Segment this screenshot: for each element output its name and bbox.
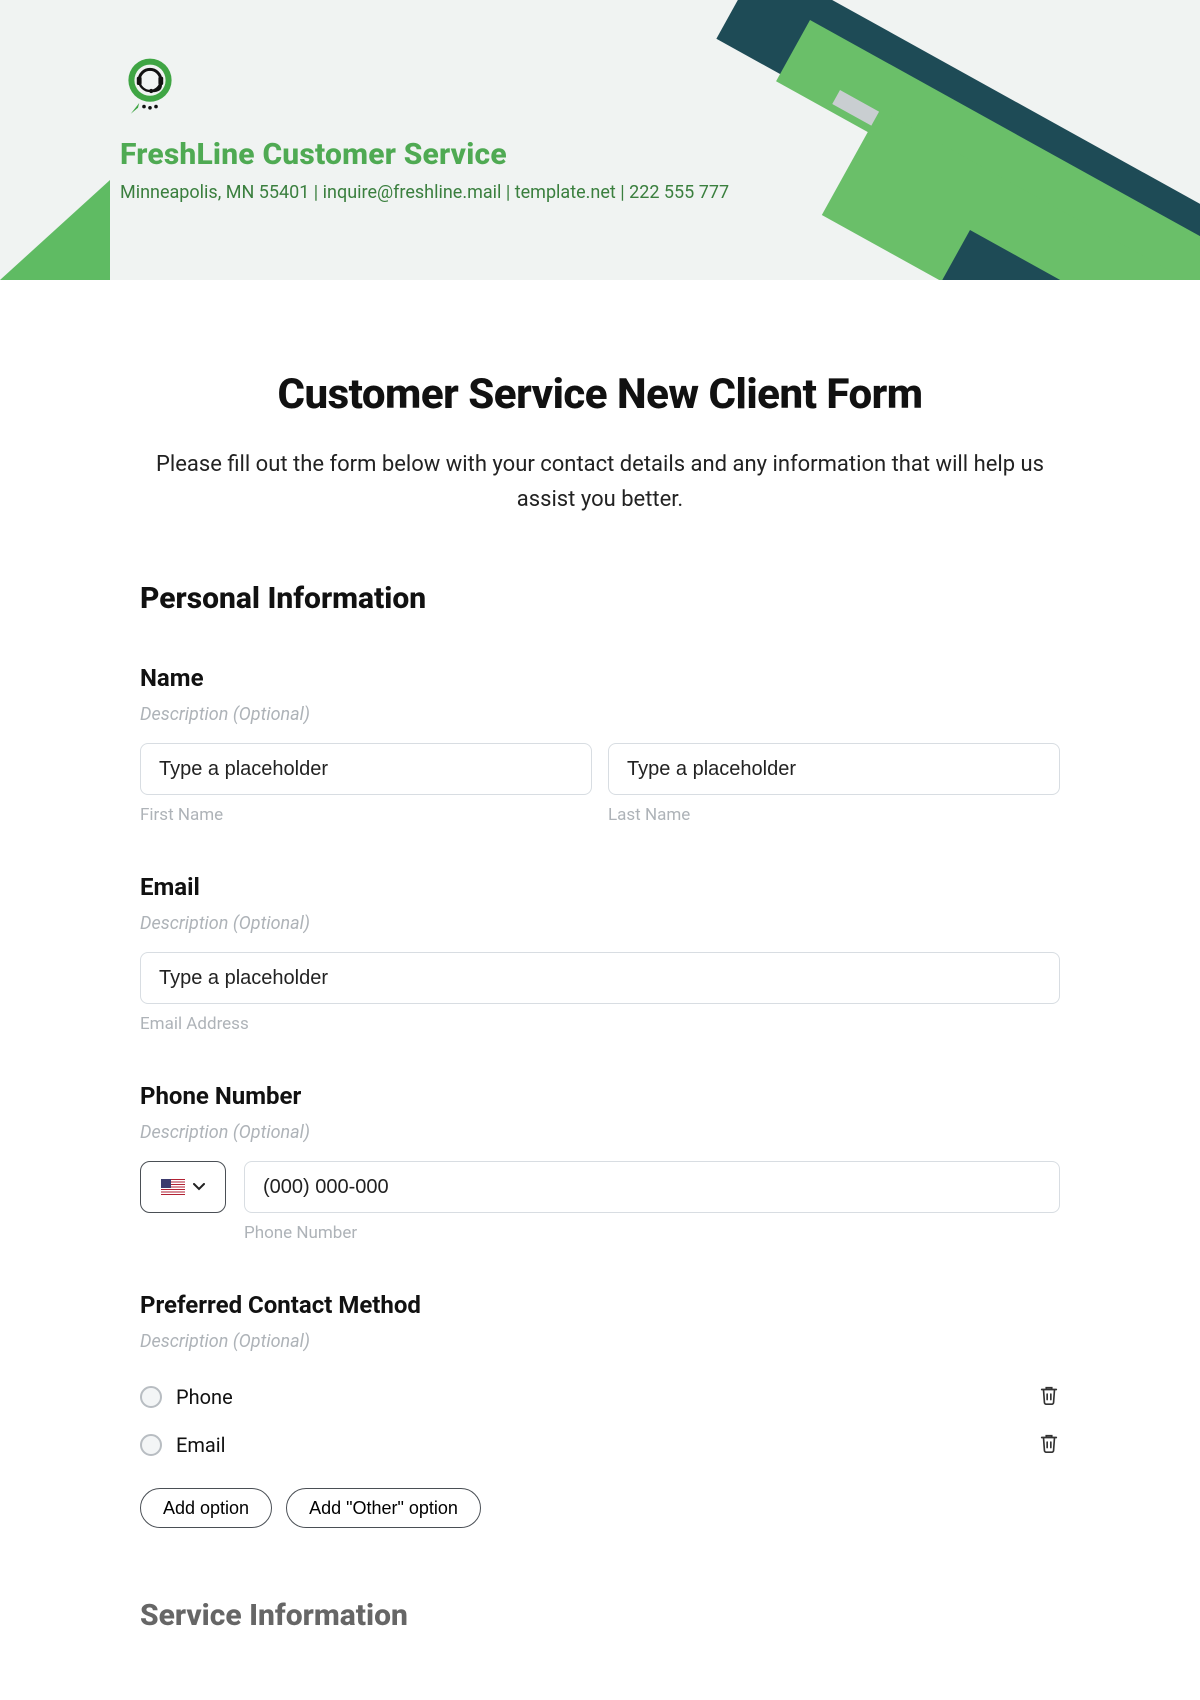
- form-title: Customer Service New Client Form: [140, 370, 1060, 419]
- section-service-title: Service Information: [140, 1598, 1060, 1633]
- org-contact-line: Minneapolis, MN 55401 | inquire@freshlin…: [120, 182, 1200, 203]
- add-other-option-button[interactable]: Add "Other" option: [286, 1488, 481, 1528]
- phone-desc[interactable]: Description (Optional): [140, 1122, 1060, 1143]
- header-banner: FreshLine Customer Service Minneapolis, …: [0, 0, 1200, 280]
- contact-method-label: Preferred Contact Method: [140, 1291, 1060, 1319]
- field-contact-method: Preferred Contact Method Description (Op…: [140, 1291, 1060, 1528]
- radio-icon[interactable]: [140, 1434, 162, 1456]
- first-name-sublabel: First Name: [140, 805, 592, 825]
- name-label: Name: [140, 664, 1060, 692]
- flag-us-icon: [161, 1179, 185, 1195]
- contact-method-desc[interactable]: Description (Optional): [140, 1331, 1060, 1352]
- phone-input[interactable]: [244, 1161, 1060, 1213]
- email-input[interactable]: [140, 952, 1060, 1004]
- field-phone: Phone Number Description (Optional) Phon…: [140, 1082, 1060, 1243]
- trash-icon: [1038, 1432, 1060, 1454]
- email-label: Email: [140, 873, 1060, 901]
- add-option-button[interactable]: Add option: [140, 1488, 272, 1528]
- name-desc[interactable]: Description (Optional): [140, 704, 1060, 725]
- delete-option-button[interactable]: [1038, 1432, 1060, 1458]
- first-name-input[interactable]: [140, 743, 592, 795]
- phone-sublabel: Phone Number: [244, 1223, 1060, 1243]
- last-name-sublabel: Last Name: [608, 805, 1060, 825]
- delete-option-button[interactable]: [1038, 1384, 1060, 1410]
- radio-icon[interactable]: [140, 1386, 162, 1408]
- last-name-input[interactable]: [608, 743, 1060, 795]
- phone-label: Phone Number: [140, 1082, 1060, 1110]
- field-name: Name Description (Optional) First Name L…: [140, 664, 1060, 825]
- form-description: Please fill out the form below with your…: [140, 447, 1060, 517]
- trash-icon: [1038, 1384, 1060, 1406]
- country-select[interactable]: [140, 1161, 226, 1213]
- option-row: Email: [140, 1422, 1060, 1470]
- company-logo: [120, 55, 180, 115]
- chevron-down-icon: [193, 1183, 205, 1191]
- org-name: FreshLine Customer Service: [120, 137, 1200, 172]
- email-desc[interactable]: Description (Optional): [140, 913, 1060, 934]
- option-label[interactable]: Email: [176, 1433, 226, 1457]
- field-email: Email Description (Optional) Email Addre…: [140, 873, 1060, 1034]
- option-label[interactable]: Phone: [176, 1385, 233, 1409]
- option-row: Phone: [140, 1374, 1060, 1422]
- section-personal-title: Personal Information: [140, 581, 1060, 616]
- email-sublabel: Email Address: [140, 1014, 1060, 1034]
